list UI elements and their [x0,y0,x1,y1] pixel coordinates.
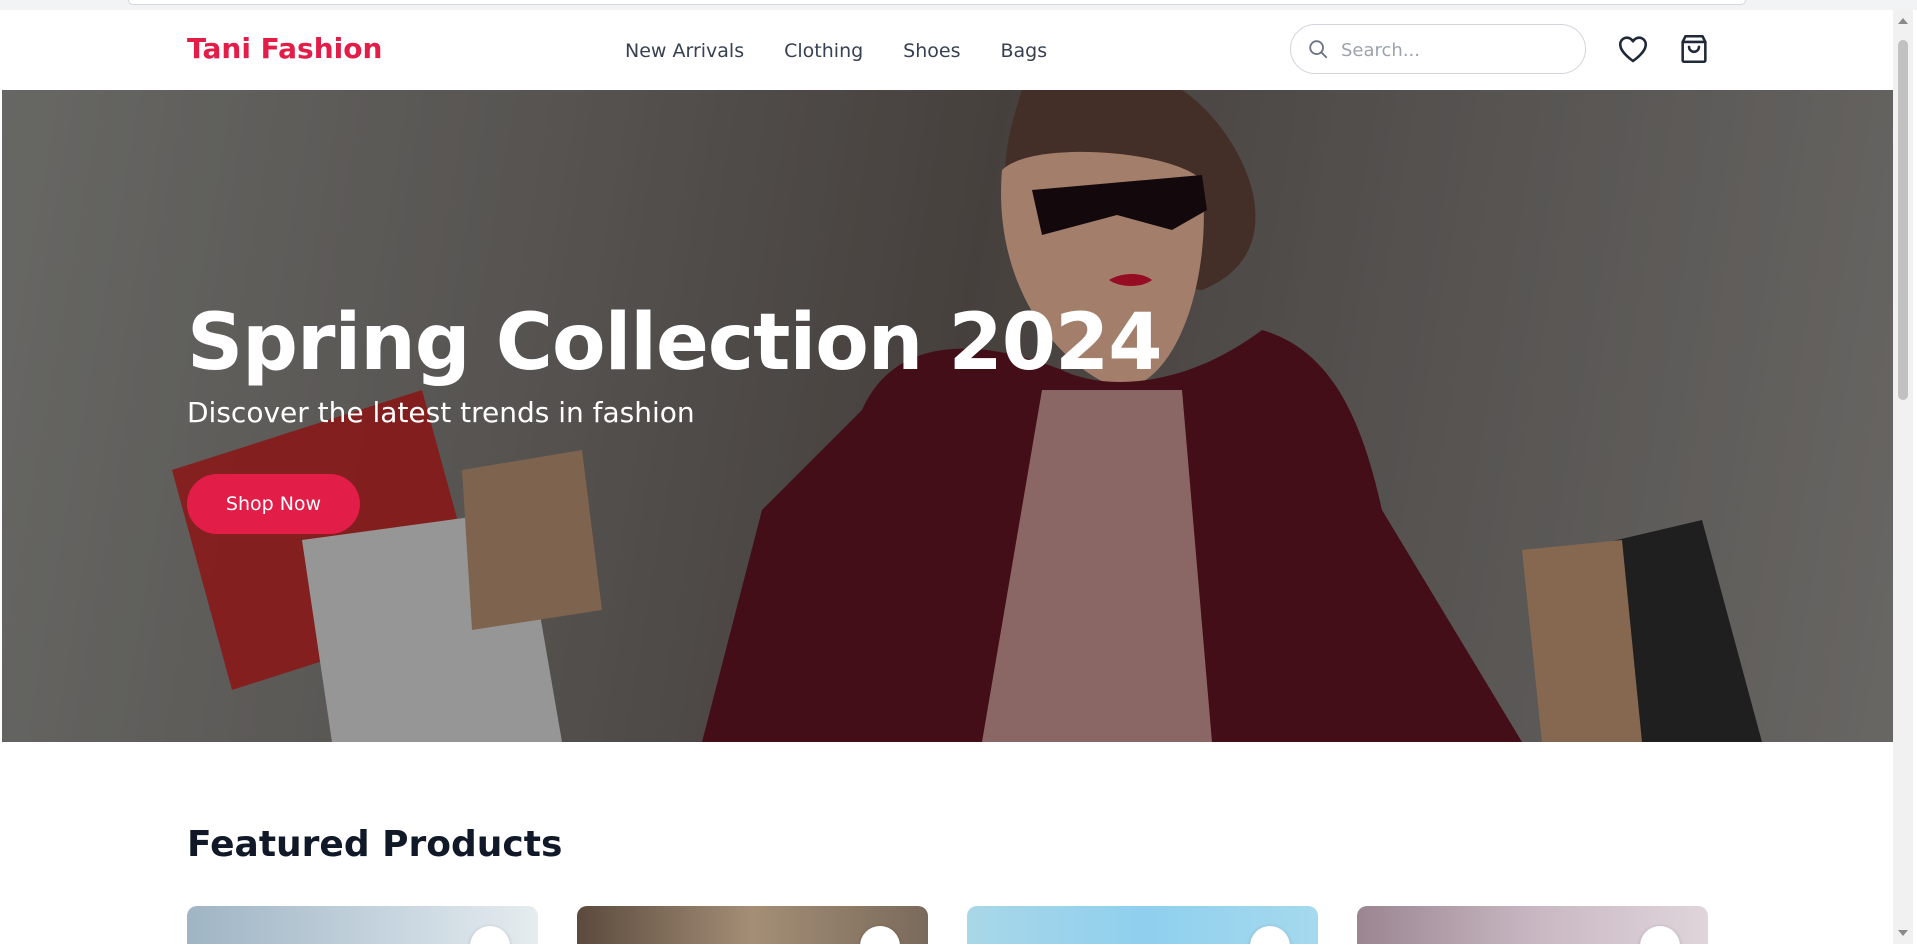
browser-top-strip [0,0,1917,10]
shopping-bag-icon [1681,34,1707,64]
site-logo[interactable]: Tani Fashion [187,32,382,65]
main-nav: New Arrivals Clothing Shoes Bags [625,40,1047,62]
scroll-up-arrow-icon[interactable] [1898,18,1908,24]
favorite-button[interactable] [470,926,510,944]
search-input[interactable] [1339,33,1573,67]
hero-banner: Spring Collection 2024 Discover the late… [2,90,1893,742]
search-box[interactable] [1290,24,1586,74]
search-icon [1309,40,1328,59]
nav-shoes[interactable]: Shoes [903,40,960,62]
page: Tani Fashion New Arrivals Clothing Shoes… [2,10,1893,944]
product-card[interactable] [577,906,928,944]
shop-now-button[interactable]: Shop Now [187,474,360,534]
favorite-button[interactable] [860,926,900,944]
hero-subtitle: Discover the latest trends in fashion [187,396,695,429]
nav-clothing[interactable]: Clothing [784,40,863,62]
site-header: Tani Fashion New Arrivals Clothing Shoes… [2,10,1893,90]
featured-products-title: Featured Products [187,824,563,865]
favorite-button[interactable] [1640,926,1680,944]
nav-new-arrivals[interactable]: New Arrivals [625,40,744,62]
product-card[interactable] [1357,906,1708,944]
wishlist-button[interactable] [1616,32,1650,66]
scrollbar-thumb[interactable] [1898,40,1908,400]
browser-tab-edge [128,0,1746,5]
product-card[interactable] [967,906,1318,944]
nav-bags[interactable]: Bags [1001,40,1048,62]
heart-icon [1618,36,1648,63]
favorite-button[interactable] [1250,926,1290,944]
cart-button[interactable] [1677,32,1711,66]
product-card[interactable] [187,906,538,944]
hero-title: Spring Collection 2024 [187,298,1163,388]
scroll-down-arrow-icon[interactable] [1898,930,1908,936]
vertical-scrollbar[interactable] [1893,10,1913,944]
